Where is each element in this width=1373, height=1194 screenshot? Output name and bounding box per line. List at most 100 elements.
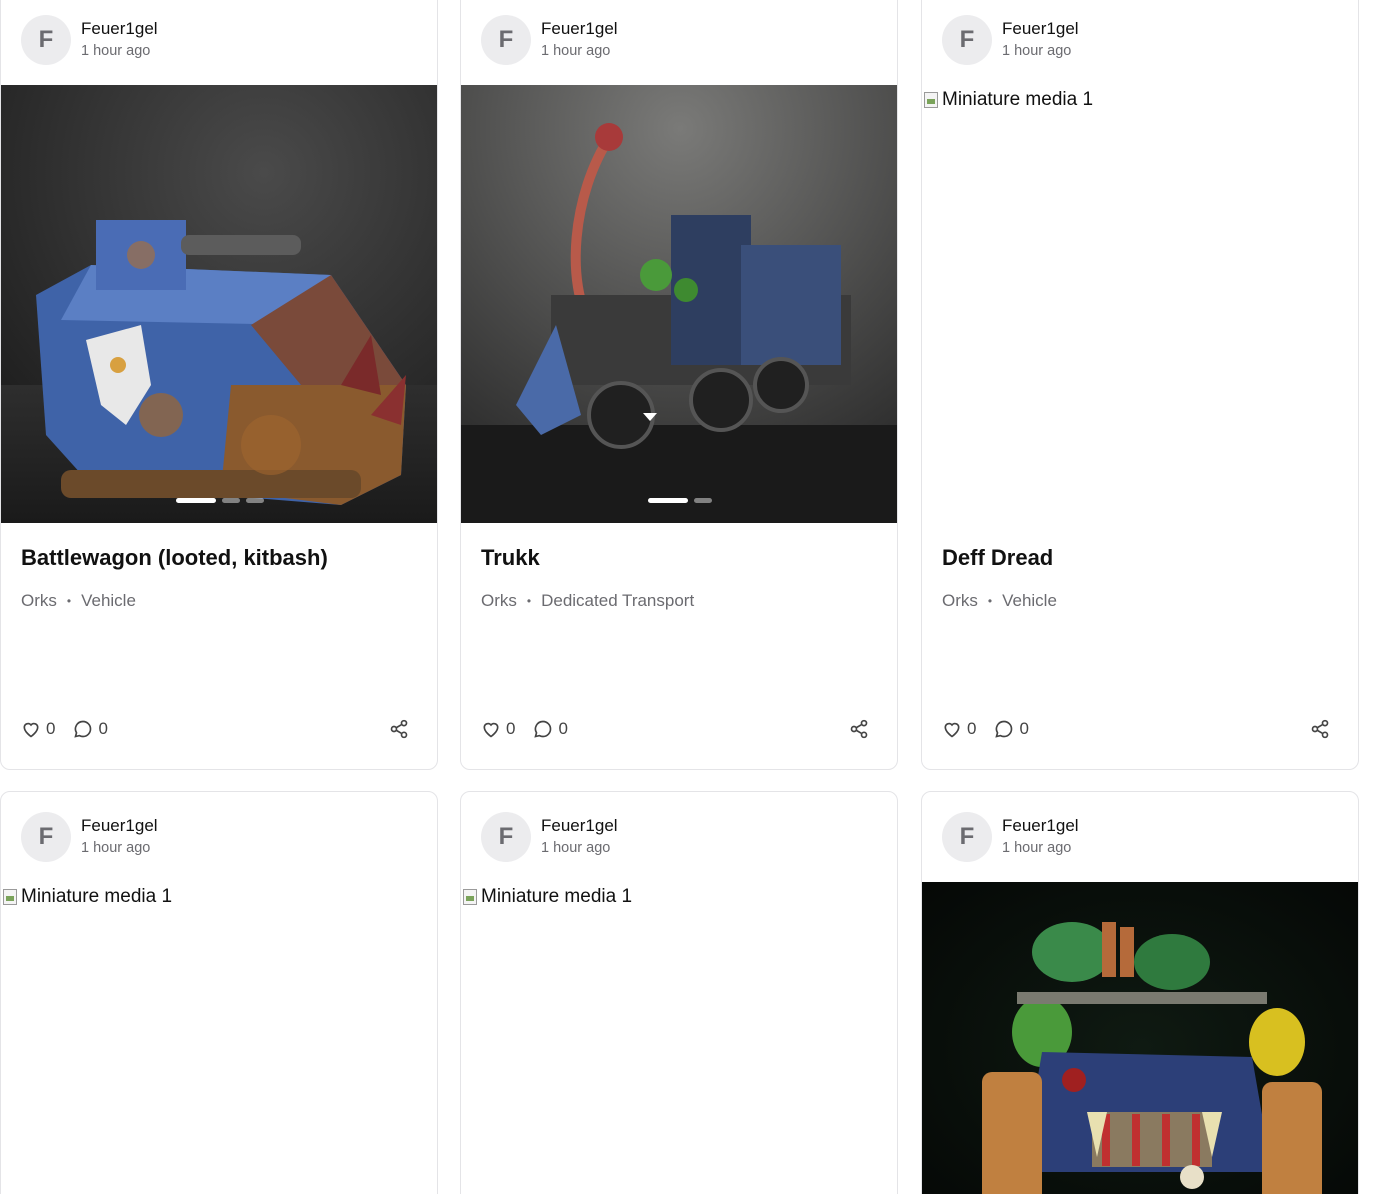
heart-icon xyxy=(23,722,39,738)
post-header: F Feuer1gel 1 hour ago xyxy=(21,15,158,65)
carousel-dot[interactable] xyxy=(694,498,712,503)
separator-dot: • xyxy=(66,594,72,608)
image-alt-text: Miniature media 1 xyxy=(942,89,1094,110)
post-card[interactable]: F Feuer1gel 1 hour ago xyxy=(0,0,438,770)
share-icon xyxy=(850,719,868,739)
comment-count: 0 xyxy=(558,719,568,738)
comment-count: 0 xyxy=(98,719,108,738)
battlewagon-photo xyxy=(1,85,437,523)
author-name[interactable]: Feuer1gel xyxy=(541,18,618,40)
post-header: F Feuer1gel 1 hour ago xyxy=(942,15,1079,65)
share-button[interactable] xyxy=(1310,719,1330,739)
share-icon xyxy=(1311,719,1329,739)
author-info: Feuer1gel 1 hour ago xyxy=(81,18,158,62)
author-name[interactable]: Feuer1gel xyxy=(1002,18,1079,40)
separator-dot: • xyxy=(987,594,993,608)
broken-image-alt: Miniature media 1 xyxy=(463,886,632,908)
separator-dot: • xyxy=(526,594,532,608)
post-header: F Feuer1gel 1 hour ago xyxy=(481,812,618,862)
post-image[interactable] xyxy=(461,85,897,523)
post-time: 1 hour ago xyxy=(1002,43,1072,59)
post-title[interactable]: Trukk xyxy=(481,545,540,571)
avatar[interactable]: F xyxy=(481,812,531,862)
broken-image-icon xyxy=(463,889,477,905)
post-time: 1 hour ago xyxy=(81,840,151,856)
post-meta: Orks • Vehicle xyxy=(942,591,1057,611)
like-button[interactable]: 0 xyxy=(481,719,515,739)
broken-image-icon xyxy=(924,92,938,108)
post-image[interactable] xyxy=(922,882,1358,1194)
comment-bubble-icon xyxy=(74,720,92,738)
post-image[interactable]: Miniature media 1 xyxy=(1,882,437,1194)
avatar[interactable]: F xyxy=(21,15,71,65)
heart-icon xyxy=(944,722,960,738)
comment-button[interactable]: 0 xyxy=(533,719,568,739)
like-count: 0 xyxy=(506,719,516,738)
carousel-dot[interactable] xyxy=(222,498,240,503)
image-alt-text: Miniature media 1 xyxy=(481,886,633,907)
author-info: Feuer1gel 1 hour ago xyxy=(1002,18,1079,62)
faction-label: Orks xyxy=(21,591,57,610)
faction-label: Orks xyxy=(481,591,517,610)
post-card[interactable]: F Feuer1gel 1 hour ago Miniature media 1 xyxy=(460,791,898,1194)
heart-icon xyxy=(483,722,499,738)
like-button[interactable]: 0 xyxy=(21,719,55,739)
carousel-dot[interactable] xyxy=(648,498,688,503)
post-time: 1 hour ago xyxy=(1002,840,1072,856)
share-icon xyxy=(390,719,408,739)
post-card[interactable]: F Feuer1gel 1 hour ago xyxy=(921,791,1359,1194)
post-card[interactable]: F Feuer1gel 1 hour ago xyxy=(460,0,898,770)
faction-label: Orks xyxy=(942,591,978,610)
avatar[interactable]: F xyxy=(21,812,71,862)
carousel-indicator xyxy=(1,498,437,503)
avatar[interactable]: F xyxy=(481,15,531,65)
comment-button[interactable]: 0 xyxy=(73,719,108,739)
post-actions: 0 0 xyxy=(942,719,1330,739)
post-title[interactable]: Deff Dread xyxy=(942,545,1053,571)
comment-button[interactable]: 0 xyxy=(994,719,1029,739)
category-label: Vehicle xyxy=(81,591,136,610)
post-meta: Orks • Dedicated Transport xyxy=(481,591,694,611)
share-button[interactable] xyxy=(849,719,869,739)
post-time: 1 hour ago xyxy=(81,43,151,59)
avatar[interactable]: F xyxy=(942,812,992,862)
carousel-indicator xyxy=(461,498,897,503)
author-info: Feuer1gel 1 hour ago xyxy=(81,815,158,859)
category-label: Vehicle xyxy=(1002,591,1057,610)
author-name[interactable]: Feuer1gel xyxy=(81,18,158,40)
trukk-photo xyxy=(461,85,897,523)
ork-buggy-photo xyxy=(922,882,1358,1194)
post-image[interactable] xyxy=(1,85,437,523)
author-info: Feuer1gel 1 hour ago xyxy=(541,815,618,859)
like-button[interactable]: 0 xyxy=(942,719,976,739)
post-card[interactable]: F Feuer1gel 1 hour ago Miniature media 1 xyxy=(0,791,438,1194)
share-button[interactable] xyxy=(389,719,409,739)
post-image[interactable]: Miniature media 1 xyxy=(922,85,1358,523)
broken-image-alt: Miniature media 1 xyxy=(3,886,172,908)
author-info: Feuer1gel 1 hour ago xyxy=(1002,815,1079,859)
post-card[interactable]: F Feuer1gel 1 hour ago Miniature media 1… xyxy=(921,0,1359,770)
post-header: F Feuer1gel 1 hour ago xyxy=(942,812,1079,862)
like-count: 0 xyxy=(967,719,977,738)
like-count: 0 xyxy=(46,719,56,738)
avatar[interactable]: F xyxy=(942,15,992,65)
author-info: Feuer1gel 1 hour ago xyxy=(541,18,618,62)
post-image[interactable]: Miniature media 1 xyxy=(461,882,897,1194)
post-grid: F Feuer1gel 1 hour ago Battlewagon (loot… xyxy=(0,0,1373,1194)
comment-bubble-icon xyxy=(534,720,552,738)
category-label: Dedicated Transport xyxy=(541,591,695,610)
image-alt-text: Miniature media 1 xyxy=(21,886,173,907)
author-name[interactable]: Feuer1gel xyxy=(541,815,618,837)
author-name[interactable]: Feuer1gel xyxy=(1002,815,1079,837)
carousel-dot[interactable] xyxy=(246,498,264,503)
post-header: F Feuer1gel 1 hour ago xyxy=(481,15,618,65)
author-name[interactable]: Feuer1gel xyxy=(81,815,158,837)
post-actions: 0 0 xyxy=(21,719,409,739)
post-header: F Feuer1gel 1 hour ago xyxy=(21,812,158,862)
post-actions: 0 0 xyxy=(481,719,869,739)
comment-count: 0 xyxy=(1019,719,1029,738)
post-time: 1 hour ago xyxy=(541,43,611,59)
carousel-dot[interactable] xyxy=(176,498,216,503)
post-title[interactable]: Battlewagon (looted, kitbash) xyxy=(21,545,328,571)
broken-image-alt: Miniature media 1 xyxy=(924,89,1093,111)
